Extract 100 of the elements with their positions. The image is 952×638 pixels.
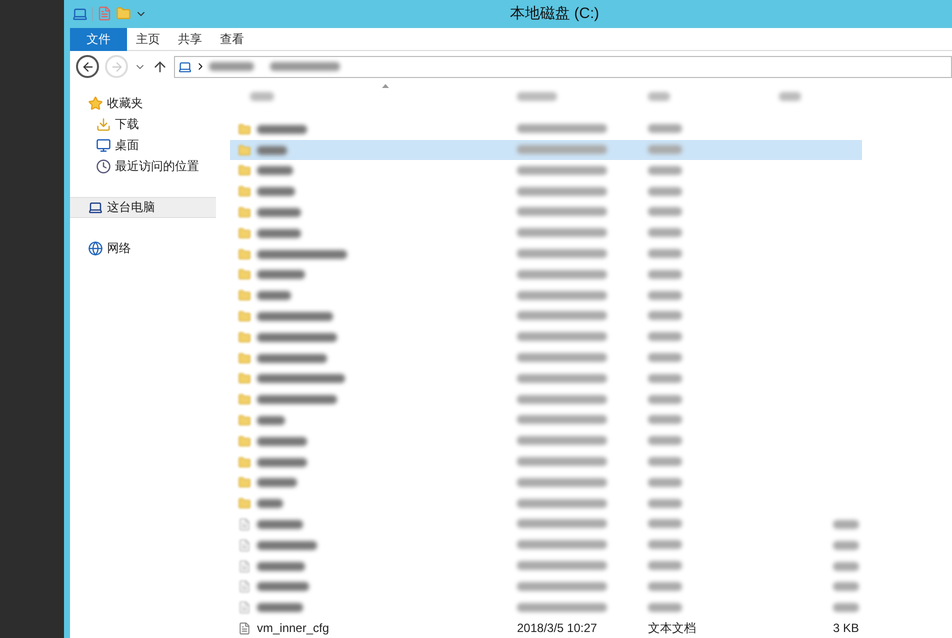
blurred-text xyxy=(648,415,682,424)
folder-icon xyxy=(238,372,251,386)
blurred-text xyxy=(648,249,682,258)
blurred-text xyxy=(257,603,303,612)
ribbon-tab[interactable]: 文件 xyxy=(70,28,127,51)
back-button[interactable] xyxy=(76,55,99,78)
globe-icon xyxy=(88,240,103,256)
blurred-text xyxy=(257,416,285,425)
blurred-text xyxy=(257,124,307,134)
forward-button[interactable] xyxy=(105,55,128,78)
folder-icon xyxy=(238,352,251,365)
blurred-text xyxy=(648,540,682,550)
blurred-text xyxy=(648,124,682,134)
blurred-text xyxy=(648,394,682,404)
folder-icon xyxy=(238,185,251,198)
blurred-text xyxy=(833,520,859,529)
file-row[interactable]: vm_inner_cfg 2018/3/5 10:27 文本文档 3 KB xyxy=(230,618,862,638)
file-icon xyxy=(238,538,251,552)
folder-icon xyxy=(238,289,251,302)
blurred-text xyxy=(833,562,859,570)
blurred-text xyxy=(257,520,303,529)
blurred-text xyxy=(648,270,682,279)
blurred-text xyxy=(257,458,307,467)
blurred-text xyxy=(833,582,859,592)
blurred-text xyxy=(250,92,274,101)
file-icon xyxy=(238,601,251,614)
file-row[interactable] xyxy=(230,140,862,160)
blurred-text xyxy=(648,145,682,154)
blurred-text xyxy=(779,92,801,101)
up-button[interactable] xyxy=(152,58,168,75)
folder-icon xyxy=(238,456,251,469)
nav-item[interactable]: 桌面 xyxy=(70,134,216,156)
blurred-text xyxy=(648,478,682,487)
blurred-text xyxy=(648,186,682,196)
file-icon xyxy=(238,560,251,572)
folder-icon xyxy=(238,414,251,427)
blurred-text xyxy=(257,540,317,550)
blurred-text xyxy=(209,62,254,72)
blurred-text xyxy=(257,270,305,280)
folder-icon xyxy=(238,248,251,261)
blurred-text xyxy=(648,582,682,591)
blurred-text xyxy=(648,561,682,570)
blurred-text xyxy=(257,582,309,592)
file-size: 3 KB xyxy=(832,620,859,637)
file-icon xyxy=(238,580,251,594)
blurred-text xyxy=(257,291,291,300)
modified-date: 2018/3/5 10:27 xyxy=(517,620,598,637)
blurred-text xyxy=(648,436,682,446)
folder-icon xyxy=(238,206,251,219)
window-title: 本地磁盘 (C:) xyxy=(510,4,600,24)
nav-item[interactable]: 下载 xyxy=(70,114,216,135)
star-icon xyxy=(88,96,103,111)
folder-icon xyxy=(238,310,251,323)
blurred-text xyxy=(257,228,301,238)
nav-item[interactable]: 最近访问的位置 xyxy=(70,156,216,177)
folder-icon xyxy=(238,144,251,157)
file-type: 文本文档 xyxy=(648,620,697,637)
ribbon-tab[interactable]: 主页 xyxy=(127,28,169,51)
blurred-text xyxy=(648,519,682,528)
blurred-text xyxy=(648,311,682,320)
folder-icon xyxy=(238,122,251,136)
nav-item[interactable]: 收藏夹 xyxy=(70,92,216,114)
ribbon-tab[interactable]: 共享 xyxy=(169,28,211,51)
blurred-text xyxy=(648,207,682,216)
blurred-text xyxy=(648,228,682,238)
blurred-text xyxy=(257,436,307,446)
blurred-text xyxy=(648,332,682,342)
text-file-icon xyxy=(238,622,251,634)
blurred-text xyxy=(257,562,305,570)
ribbon-tab[interactable]: 查看 xyxy=(211,28,253,51)
nav-item[interactable]: 网络 xyxy=(70,238,216,259)
blurred-text xyxy=(257,146,287,155)
blurred-text xyxy=(648,92,670,101)
nav-item[interactable]: 这台电脑 xyxy=(70,196,216,218)
folder-icon xyxy=(238,497,251,510)
blurred-text xyxy=(270,62,340,72)
file-name: vm_inner_cfg xyxy=(257,620,330,637)
blurred-text xyxy=(517,92,557,101)
blurred-text xyxy=(257,208,301,217)
folder-icon xyxy=(238,226,251,240)
blurred-text xyxy=(648,602,682,612)
blurred-text xyxy=(257,354,327,363)
blurred-text xyxy=(257,187,295,196)
sort-caret-icon xyxy=(382,84,389,88)
blurred-text xyxy=(833,603,859,612)
desktop-icon xyxy=(96,138,111,153)
folder-icon xyxy=(238,476,251,490)
computer-icon xyxy=(88,200,103,215)
blurred-text xyxy=(257,478,297,488)
blurred-text xyxy=(257,499,283,508)
folder-icon xyxy=(238,393,251,406)
recent-places-icon xyxy=(96,158,111,174)
blurred-text xyxy=(648,498,682,508)
blurred-text xyxy=(648,290,682,300)
blurred-text xyxy=(648,166,682,175)
blurred-text xyxy=(648,457,682,466)
folder-icon xyxy=(238,268,251,282)
file-icon xyxy=(238,518,251,531)
folder-icon xyxy=(238,330,251,344)
folder-icon xyxy=(238,164,251,178)
